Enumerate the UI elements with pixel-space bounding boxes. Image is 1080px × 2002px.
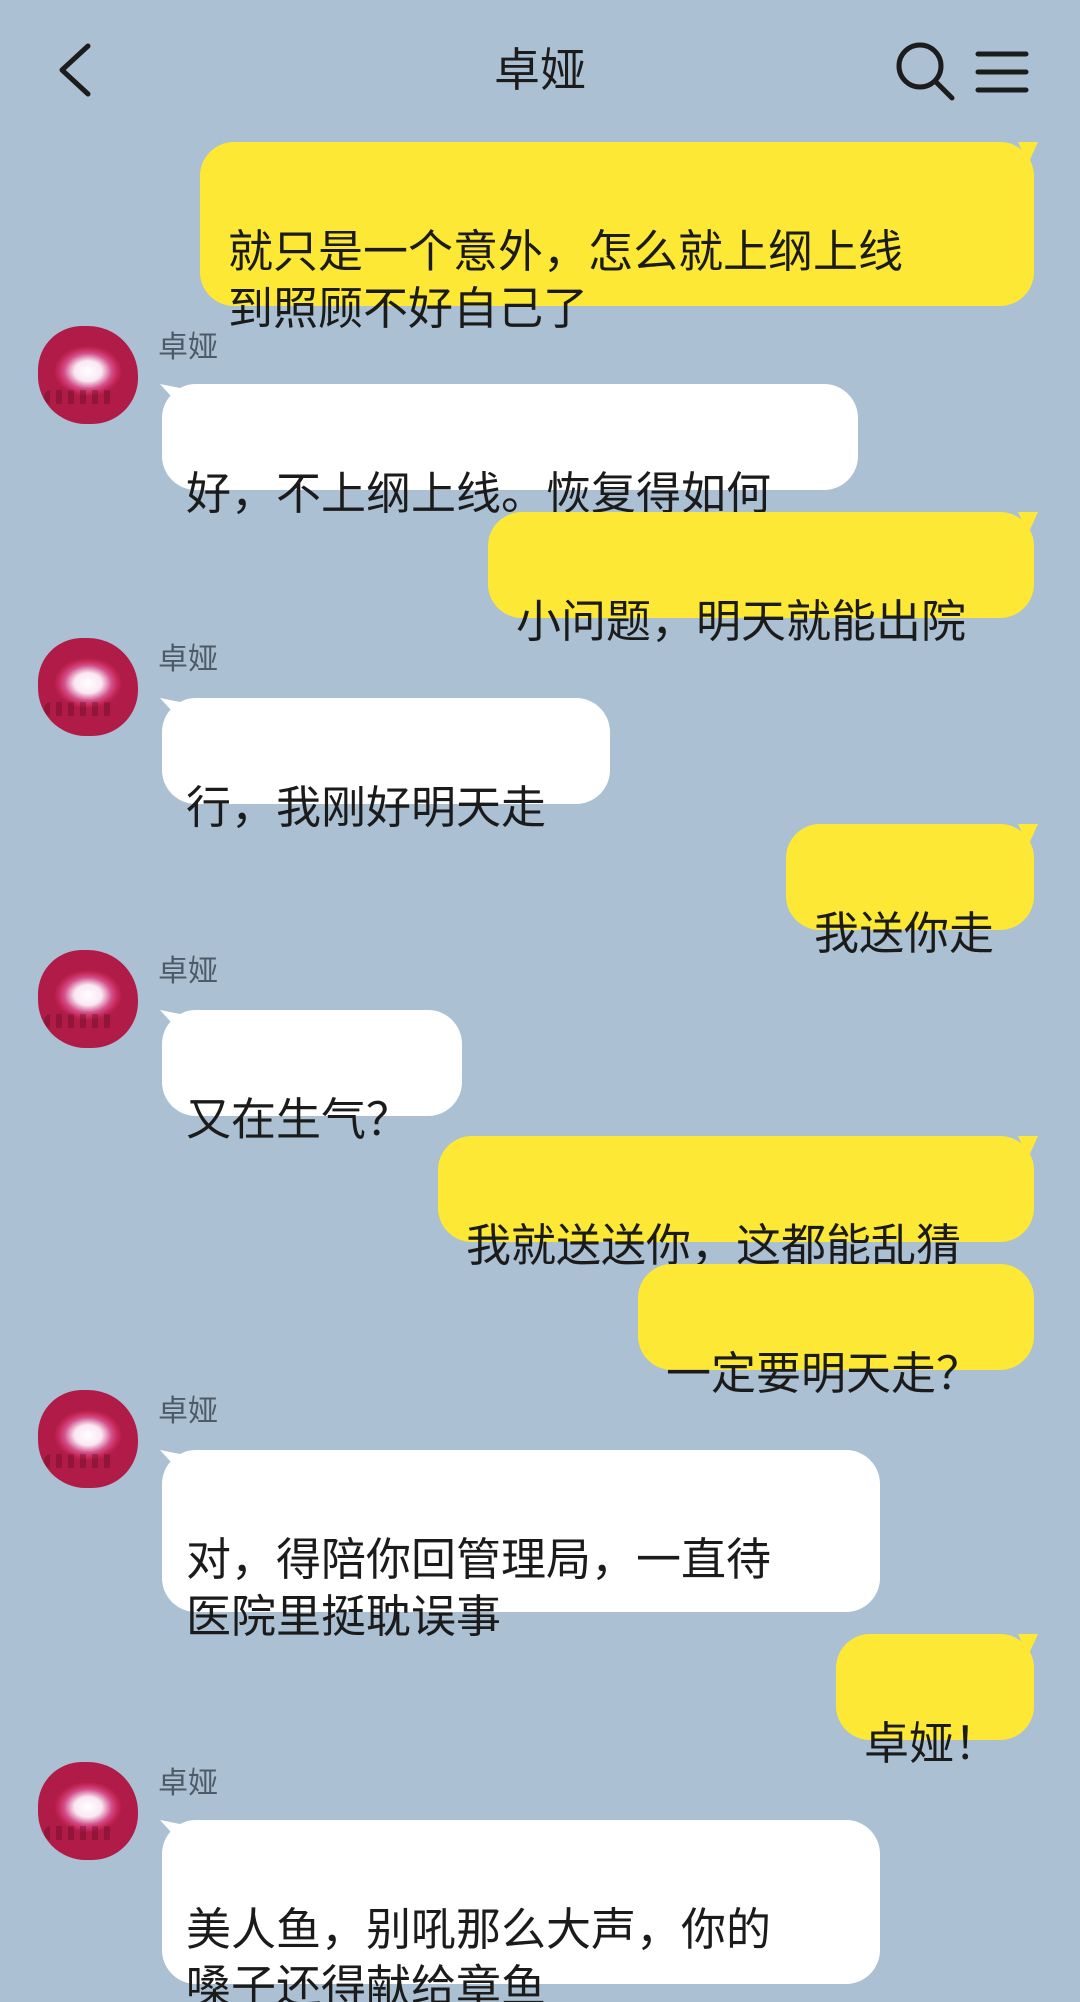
their-message-bubble[interactable]: 行，我刚好明天走	[162, 698, 610, 834]
message-text: 我送你走	[814, 907, 995, 960]
sender-name: 卓娅	[158, 642, 218, 677]
message-text: 就只是一个意外，怎么就上纲上线 到照顾不好自己了	[228, 225, 904, 335]
sender-name: 卓娅	[158, 1394, 218, 1429]
sender-name: 卓娅	[158, 954, 218, 989]
message-text: 行，我刚好明天走	[186, 781, 547, 834]
message-text: 对，得陪你回管理局，一直待 医院里挺耽误事	[186, 1533, 772, 1643]
contact-avatar[interactable]	[38, 1762, 138, 1860]
chat-screen: 卓娅 就只是一个意外，怎么就上纲上线 到照顾不好自己了 卓娅 好，不上纲上线。恢…	[0, 0, 1080, 2002]
their-message-bubble[interactable]: 对，得陪你回管理局，一直待 医院里挺耽误事	[162, 1450, 880, 1643]
message-text: 卓娅！	[864, 1717, 1000, 1770]
bubble-tail	[1018, 1136, 1038, 1158]
menu-icon	[975, 51, 1029, 93]
bubble-tail	[1018, 512, 1038, 534]
message-text: 一定要明天走？	[666, 1347, 982, 1400]
my-message-bubble[interactable]: 我就送送你，这都能乱猜	[438, 1136, 1034, 1272]
search-button[interactable]	[892, 38, 958, 104]
message-text: 又在生气？	[186, 1093, 412, 1146]
my-message-bubble[interactable]: 我送你走	[786, 824, 1034, 960]
my-message-bubble[interactable]: 小问题，明天就能出院	[488, 512, 1034, 648]
my-message-bubble[interactable]: 一定要明天走？	[638, 1264, 1034, 1400]
contact-avatar[interactable]	[38, 326, 138, 424]
sender-name: 卓娅	[158, 1766, 218, 1801]
search-icon	[896, 42, 955, 101]
bubble-tail	[1018, 1634, 1038, 1656]
menu-button[interactable]	[974, 44, 1030, 100]
their-message-bubble[interactable]: 好，不上纲上线。恢复得如何	[162, 384, 858, 520]
contact-avatar[interactable]	[38, 1390, 138, 1488]
bubble-tail	[1018, 824, 1038, 846]
my-message-bubble[interactable]: 卓娅！	[836, 1634, 1034, 1770]
bubble-tail	[1018, 142, 1038, 164]
chat-header: 卓娅	[0, 0, 1080, 140]
sender-name: 卓娅	[158, 330, 218, 365]
my-message-bubble[interactable]: 就只是一个意外，怎么就上纲上线 到照顾不好自己了	[200, 142, 1034, 335]
contact-avatar[interactable]	[38, 950, 138, 1048]
message-text: 小问题，明天就能出院	[516, 595, 967, 648]
contact-avatar[interactable]	[38, 638, 138, 736]
message-text: 美人鱼，别吼那么大声，你的 嗓子还得献给章鱼	[186, 1903, 772, 2002]
their-message-bubble[interactable]: 又在生气？	[162, 1010, 462, 1146]
their-message-bubble[interactable]: 美人鱼，别吼那么大声，你的 嗓子还得献给章鱼	[162, 1820, 880, 2002]
